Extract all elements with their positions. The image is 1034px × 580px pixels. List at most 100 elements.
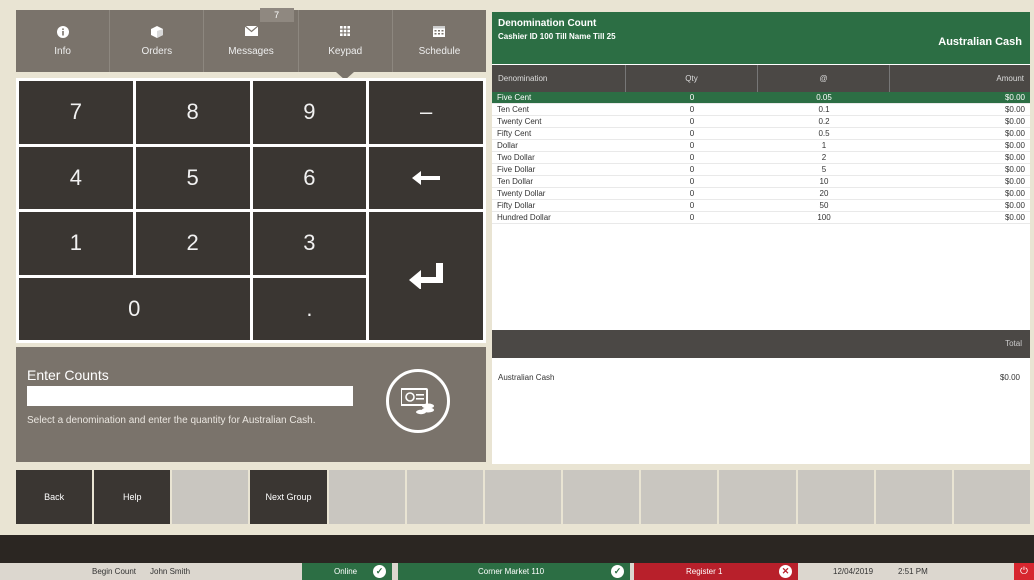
function-button-empty[interactable]: [875, 470, 952, 524]
table-row[interactable]: Fifty Dollar 0 50 $0.00: [492, 200, 1030, 212]
table-row[interactable]: Dollar 0 1 $0.00: [492, 140, 1030, 152]
function-button-empty[interactable]: [563, 470, 640, 524]
table-row[interactable]: Ten Dollar 0 10 $0.00: [492, 176, 1030, 188]
function-button-empty[interactable]: [172, 470, 249, 524]
table-row[interactable]: Ten Cent 0 0.1 $0.00: [492, 104, 1030, 116]
row-name: Five Dollar: [497, 165, 536, 174]
table-row[interactable]: Twenty Dollar 0 20 $0.00: [492, 188, 1030, 200]
row-at: 1: [821, 141, 827, 150]
row-amount: $0.00: [1004, 117, 1025, 126]
row-at: 50: [819, 201, 829, 210]
table-row[interactable]: Five Dollar 0 5 $0.00: [492, 164, 1030, 176]
function-button-empty[interactable]: [719, 470, 796, 524]
table-row[interactable]: Fifty Cent 0 0.5 $0.00: [492, 128, 1030, 140]
row-at: 100: [817, 213, 831, 222]
box-icon: [150, 25, 163, 40]
nav-schedule[interactable]: Schedule: [393, 10, 486, 72]
nav-keypad-label: Keypad: [328, 45, 363, 57]
key-6[interactable]: 6: [252, 146, 367, 209]
table-row[interactable]: Five Cent 0 0.05 $0.00: [492, 92, 1030, 104]
next-group-button[interactable]: Next Group: [250, 470, 327, 524]
function-button-empty[interactable]: [953, 470, 1031, 524]
nav-info[interactable]: Info: [16, 10, 111, 72]
status-time: 2:51 PM: [898, 567, 928, 576]
row-name: Fifty Dollar: [497, 201, 536, 210]
numeric-keypad: 7 8 9 – 4 5 6 1 2 3 0 .: [16, 78, 486, 343]
backspace-key[interactable]: [369, 146, 483, 209]
key-3[interactable]: 3: [252, 212, 367, 275]
register-indicator: Register 1 ✕: [634, 563, 798, 580]
enter-counts-title: Enter Counts: [27, 367, 109, 383]
function-button-empty[interactable]: [406, 470, 483, 524]
row-at: 2: [821, 153, 827, 162]
key-2[interactable]: 2: [135, 212, 250, 275]
enter-arrow-icon: [409, 263, 444, 289]
row-amount: $0.00: [1004, 189, 1025, 198]
tender-currency: Australian Cash: [938, 36, 1022, 48]
calendar-icon: [433, 25, 446, 40]
function-button-empty[interactable]: [484, 470, 562, 524]
nav-keypad[interactable]: Keypad: [299, 10, 393, 80]
count-input[interactable]: [27, 386, 353, 406]
check-icon: ✓: [373, 565, 386, 578]
row-name: Two Dollar: [497, 153, 535, 162]
count-cash-button[interactable]: [386, 369, 450, 433]
panel-title: Denomination Count: [498, 18, 597, 29]
denomination-rows: Five Cent 0 0.05 $0.00 Ten Cent 0 0.1 $0…: [492, 92, 1030, 332]
key-0[interactable]: 0: [19, 277, 250, 340]
nav-messages[interactable]: 7 Messages: [204, 8, 299, 72]
row-qty: 0: [689, 201, 695, 210]
denomination-table-header: Denomination Qty @ Amount: [492, 64, 1030, 92]
keypad-icon: [340, 25, 351, 40]
row-name: Twenty Dollar: [497, 189, 546, 198]
enter-counts-help: Select a denomination and enter the quan…: [27, 415, 316, 426]
status-date: 12/04/2019: [833, 567, 874, 576]
function-button-empty[interactable]: [641, 470, 718, 524]
denomination-header: Denomination Count Cashier ID 100 Till N…: [492, 12, 1030, 64]
row-amount: $0.00: [1004, 165, 1025, 174]
key-7[interactable]: 7: [19, 81, 133, 144]
status-mode: Begin Count: [92, 567, 137, 576]
row-name: Ten Dollar: [497, 177, 534, 186]
enter-counts-panel: Enter Counts Select a denomination and e…: [16, 347, 486, 462]
row-at: 10: [819, 177, 829, 186]
online-indicator: Online ✓: [302, 563, 392, 580]
row-qty: 0: [689, 129, 695, 138]
table-row[interactable]: Two Dollar 0 2 $0.00: [492, 152, 1030, 164]
power-icon[interactable]: ⏻: [1014, 563, 1034, 580]
nav-info-label: Info: [54, 45, 71, 57]
key-1[interactable]: 1: [19, 212, 133, 275]
summary-tender-label: Australian Cash: [498, 373, 555, 382]
arrow-left-icon: [412, 170, 441, 185]
table-row[interactable]: Twenty Cent 0 0.2 $0.00: [492, 116, 1030, 128]
row-name: Twenty Cent: [497, 117, 542, 126]
row-name: Five Cent: [497, 93, 532, 102]
key-minus[interactable]: –: [369, 81, 483, 144]
row-at: 0.05: [816, 93, 832, 102]
col-denomination: Denomination: [492, 65, 626, 92]
row-qty: 0: [689, 189, 695, 198]
row-at: 0.1: [818, 105, 830, 114]
row-amount: $0.00: [1004, 177, 1025, 186]
message-count-badge: 7: [259, 8, 294, 22]
table-row[interactable]: Hundred Dollar 0 100 $0.00: [492, 212, 1030, 224]
enter-key[interactable]: [369, 212, 483, 340]
nav-messages-label: Messages: [228, 45, 274, 57]
key-4[interactable]: 4: [19, 146, 133, 209]
function-button-empty[interactable]: [328, 470, 405, 524]
store-indicator: Corner Market 110 ✓: [398, 563, 630, 580]
row-qty: 0: [689, 117, 695, 126]
nav-orders[interactable]: Orders: [110, 10, 205, 72]
function-button-empty[interactable]: [797, 470, 874, 524]
denomination-panel: Denomination Count Cashier ID 100 Till N…: [492, 12, 1030, 464]
row-at: 5: [821, 165, 827, 174]
total-bar: Total: [492, 330, 1030, 358]
register-name: Register 1: [686, 567, 723, 576]
row-at: 20: [819, 189, 829, 198]
key-9[interactable]: 9: [252, 81, 367, 144]
help-button[interactable]: Help: [94, 470, 171, 524]
key-8[interactable]: 8: [135, 81, 250, 144]
key-5[interactable]: 5: [135, 146, 250, 209]
back-button[interactable]: Back: [16, 470, 93, 524]
key-decimal[interactable]: .: [252, 277, 367, 340]
